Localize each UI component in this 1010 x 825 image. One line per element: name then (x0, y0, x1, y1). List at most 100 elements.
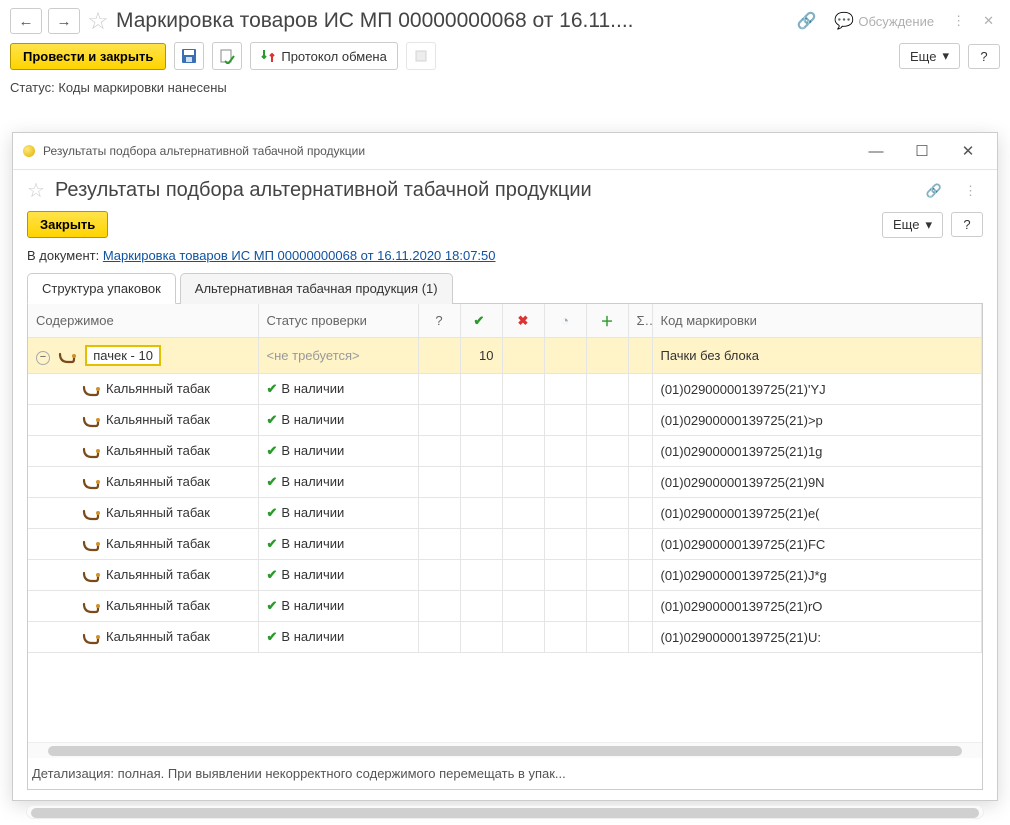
pipe-icon (58, 350, 76, 364)
row-name: Кальянный табак (106, 536, 210, 551)
row-content: Кальянный табак (28, 560, 258, 591)
table-row[interactable]: Кальянный табак✔В наличии(01)02900000139… (28, 467, 982, 498)
post-and-close-button[interactable]: Провести и закрыть (10, 43, 166, 70)
detail-line: Детализация: полная. При выявлении некор… (28, 758, 982, 789)
row-content: Кальянный табак (28, 405, 258, 436)
check-icon: ✔ (267, 567, 278, 582)
row-content: Кальянный табак (28, 529, 258, 560)
tab-structure[interactable]: Структура упаковок (27, 273, 176, 304)
nav-back-button[interactable]: ← (10, 8, 42, 34)
dialog-title: Результаты подбора альтернативной табачн… (55, 179, 910, 202)
pipe-icon (82, 445, 100, 459)
check-icon: ✔ (267, 598, 278, 613)
table-header-row: Содержимое Статус проверки ? ✔ ✖ ◔ ＋ Σ К… (28, 304, 982, 338)
table-group-row[interactable]: − пачек - 10 <не требуется> 10 Пачки без… (28, 338, 982, 374)
dialog-close-button[interactable]: Закрыть (27, 211, 108, 238)
th-check[interactable]: ✔ (460, 304, 502, 338)
pipe-icon (82, 507, 100, 521)
row-code: (01)02900000139725(21)FC (652, 529, 982, 560)
dialog-header: ☆ Результаты подбора альтернативной таба… (27, 178, 983, 203)
table-row[interactable]: Кальянный табак✔В наличии(01)02900000139… (28, 405, 982, 436)
window-close-icon[interactable]: ✕ (949, 139, 987, 163)
th-question[interactable]: ? (418, 304, 460, 338)
dialog-toolbar: Закрыть Еще ▾ ? (27, 211, 983, 238)
plus-icon: ＋ (600, 314, 613, 329)
more-label: Еще (910, 49, 936, 64)
th-x[interactable]: ✖ (502, 304, 544, 338)
kebab-menu-icon[interactable]: ⋮ (946, 11, 971, 31)
top-toolbar: Провести и закрыть Протокол обмена Еще ▾… (10, 42, 1000, 70)
table-wrap: Содержимое Статус проверки ? ✔ ✖ ◔ ＋ Σ К… (27, 304, 983, 790)
doc-link[interactable]: Маркировка товаров ИС МП 00000000068 от … (103, 248, 496, 263)
tabstrip: Структура упаковок Альтернативная табачн… (27, 273, 983, 304)
favorite-star-icon[interactable]: ☆ (86, 9, 110, 33)
row-code: (01)02900000139725(21)J*g (652, 560, 982, 591)
row-content: Кальянный табак (28, 498, 258, 529)
row-status: ✔В наличии (258, 436, 418, 467)
row-code: (01)02900000139725(21)U: (652, 622, 982, 653)
dialog-kebab-icon[interactable]: ⋮ (958, 181, 983, 201)
dialog-more-label: Еще (893, 217, 919, 232)
window-minimize-icon[interactable]: — (857, 139, 895, 163)
window-maximize-icon[interactable]: ☐ (903, 139, 941, 163)
floppy-icon (181, 48, 197, 64)
check-icon: ✔ (267, 629, 278, 644)
close-icon[interactable]: ✕ (977, 11, 1000, 31)
row-status: ✔В наличии (258, 405, 418, 436)
th-status[interactable]: Статус проверки (258, 304, 418, 338)
doc-reference: В документ: Маркировка товаров ИС МП 000… (27, 248, 983, 263)
table-row[interactable]: Кальянный табак✔В наличии(01)02900000139… (28, 436, 982, 467)
extra-button[interactable] (406, 42, 436, 70)
table-row[interactable]: Кальянный табак✔В наличии(01)02900000139… (28, 591, 982, 622)
row-name: Кальянный табак (106, 567, 210, 582)
row-code: (01)02900000139725(21)9N (652, 467, 982, 498)
row-code: (01)02900000139725(21)'YJ (652, 374, 982, 405)
th-sigma[interactable]: Σ (628, 304, 652, 338)
pipe-icon (82, 383, 100, 397)
table-row[interactable]: Кальянный табак✔В наличии(01)02900000139… (28, 622, 982, 653)
chevron-down-icon: ▾ (942, 48, 949, 64)
check-icon: ✔ (267, 381, 278, 396)
check-icon: ✔ (267, 536, 278, 551)
table-hscroll[interactable] (28, 742, 982, 758)
packages-table: Содержимое Статус проверки ? ✔ ✖ ◔ ＋ Σ К… (28, 304, 982, 653)
top-more-button[interactable]: Еще ▾ (899, 43, 960, 69)
save-button[interactable] (174, 42, 204, 70)
check-icon: ✔ (267, 443, 278, 458)
th-content[interactable]: Содержимое (28, 304, 258, 338)
exchange-icon (261, 49, 275, 63)
dialog-help-button[interactable]: ? (951, 212, 983, 237)
table-row[interactable]: Кальянный табак✔В наличии(01)02900000139… (28, 498, 982, 529)
th-plus[interactable]: ＋ (586, 304, 628, 338)
table-row[interactable]: Кальянный табак✔В наличии(01)02900000139… (28, 374, 982, 405)
status-label: Статус: (10, 80, 55, 95)
dialog-more-button[interactable]: Еще ▾ (882, 212, 943, 238)
row-name: Кальянный табак (106, 505, 210, 520)
row-content: Кальянный табак (28, 467, 258, 498)
pipe-icon (82, 600, 100, 614)
nav-forward-button[interactable]: → (48, 8, 80, 34)
dialog-link-icon[interactable]: 🔗 (920, 181, 948, 201)
discuss-label: Обсуждение (858, 14, 934, 29)
row-status: ✔В наличии (258, 560, 418, 591)
th-code[interactable]: Код маркировки (652, 304, 982, 338)
protocol-label: Протокол обмена (281, 49, 387, 64)
discuss-button[interactable]: 💬 Обсуждение (828, 9, 940, 33)
table-row[interactable]: Кальянный табак✔В наличии(01)02900000139… (28, 529, 982, 560)
row-content: Кальянный табак (28, 591, 258, 622)
protocol-button[interactable]: Протокол обмена (250, 42, 398, 70)
collapse-icon[interactable]: − (36, 351, 50, 365)
status-value: Коды маркировки нанесены (58, 80, 226, 95)
post-button[interactable] (212, 42, 242, 70)
dialog-star-icon[interactable]: ☆ (27, 178, 45, 203)
outer-hscroll[interactable] (26, 805, 984, 819)
table-row[interactable]: Кальянный табак ✔В наличии (01)02900000139… (28, 560, 982, 591)
pipe-icon (82, 538, 100, 552)
link-icon[interactable]: 🔗 (791, 9, 823, 33)
tab-alt-tobacco[interactable]: Альтернативная табачная продукция (1) (180, 273, 453, 304)
post-icon (219, 48, 235, 64)
th-clock[interactable]: ◔ (544, 304, 586, 338)
group-count: 10 (460, 338, 502, 374)
top-help-button[interactable]: ? (968, 44, 1000, 69)
row-code: (01)02900000139725(21)1g (652, 436, 982, 467)
